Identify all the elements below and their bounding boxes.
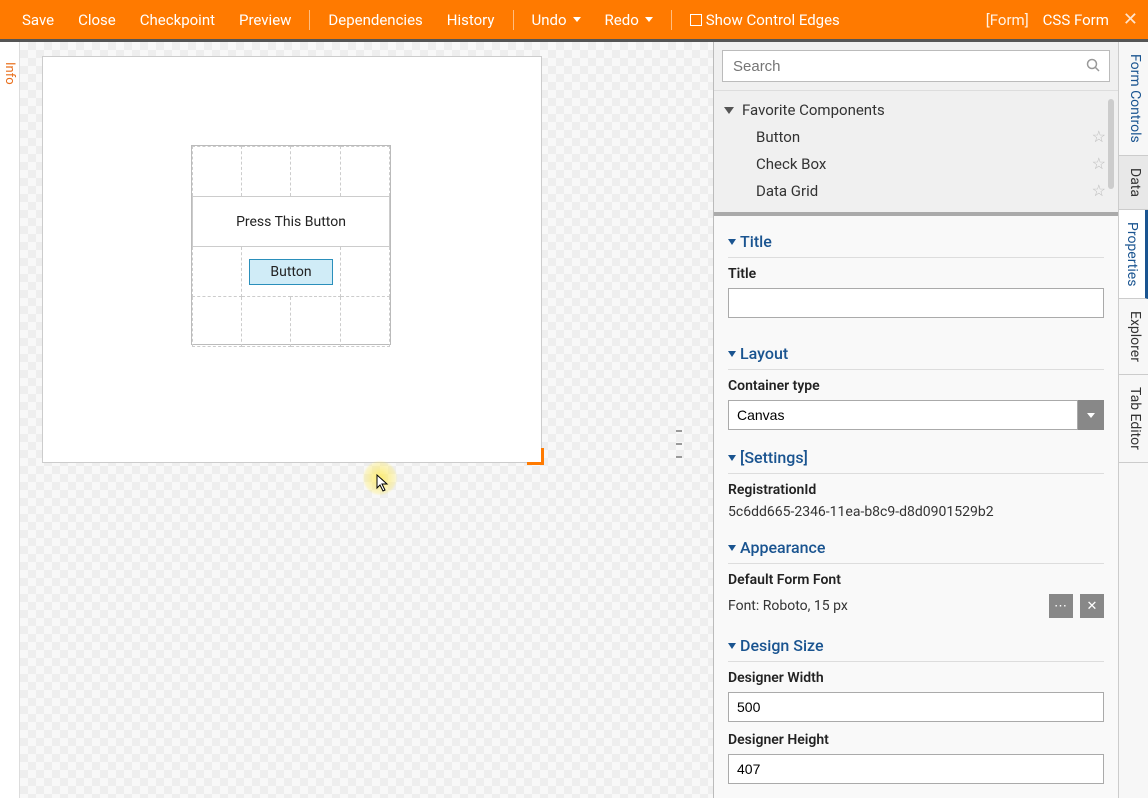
section-design-size[interactable]: Design Size bbox=[728, 628, 1104, 662]
checkbox-icon bbox=[690, 14, 702, 26]
form-title: CSS Form bbox=[1043, 11, 1109, 29]
tree-item-button[interactable]: Button ☆ bbox=[718, 123, 1114, 150]
registration-id-value: 5c6dd665-2346-11ea-b8c9-d8d0901529b2 bbox=[728, 504, 1104, 520]
expand-icon bbox=[724, 107, 734, 114]
tab-tab-editor[interactable]: Tab Editor bbox=[1119, 375, 1148, 463]
components-tree: Favorite Components Button ☆ Check Box ☆… bbox=[714, 91, 1118, 216]
properties-panel: Title Title Layout Container type bbox=[714, 216, 1118, 798]
dependencies-button[interactable]: Dependencies bbox=[316, 11, 434, 29]
cursor-highlight bbox=[362, 460, 398, 496]
section-title[interactable]: Title bbox=[728, 224, 1104, 258]
tree-item-label: Data Grid bbox=[756, 182, 818, 200]
form-canvas[interactable]: Press This Button Button bbox=[42, 56, 542, 463]
clear-button[interactable]: ✕ bbox=[1080, 594, 1104, 618]
right-panel: Favorite Components Button ☆ Check Box ☆… bbox=[713, 42, 1148, 798]
more-button[interactable]: ⋯ bbox=[1049, 594, 1073, 618]
cursor-icon bbox=[376, 474, 390, 496]
tab-form-controls[interactable]: Form Controls bbox=[1119, 42, 1148, 156]
container-type-select[interactable] bbox=[728, 400, 1078, 430]
chevron-down-icon bbox=[728, 239, 736, 245]
tree-item-datagrid[interactable]: Data Grid ☆ bbox=[718, 177, 1114, 204]
tab-data[interactable]: Data bbox=[1119, 156, 1148, 210]
redo-label: Redo bbox=[605, 11, 639, 29]
close-button[interactable]: Close bbox=[66, 11, 128, 29]
designer-width-input[interactable] bbox=[728, 692, 1104, 722]
default-font-label: Default Form Font bbox=[728, 572, 1104, 588]
default-font-value: Font: Roboto, 15 px bbox=[728, 598, 848, 614]
scrollbar[interactable] bbox=[1108, 99, 1114, 189]
tree-item-label: Button bbox=[756, 128, 800, 146]
tree-group-favorites[interactable]: Favorite Components bbox=[718, 97, 1114, 123]
dropdown-button[interactable] bbox=[1078, 400, 1104, 430]
chevron-down-icon bbox=[1087, 413, 1095, 418]
redo-button[interactable]: Redo bbox=[593, 11, 665, 29]
search-icon[interactable] bbox=[1086, 58, 1100, 76]
star-icon[interactable]: ☆ bbox=[1092, 154, 1106, 173]
main-toolbar: Save Close Checkpoint Preview Dependenci… bbox=[0, 0, 1148, 39]
title-input[interactable] bbox=[728, 288, 1104, 318]
chevron-down-icon bbox=[728, 545, 736, 551]
right-tab-strip: Form Controls Data Properties Explorer T… bbox=[1118, 42, 1148, 798]
tree-group-label: Favorite Components bbox=[742, 101, 885, 119]
checkpoint-button[interactable]: Checkpoint bbox=[128, 11, 227, 29]
left-rail: Info bbox=[0, 42, 20, 798]
preview-button[interactable]: Preview bbox=[227, 11, 303, 29]
chevron-down-icon bbox=[728, 455, 736, 461]
star-icon[interactable]: ☆ bbox=[1092, 181, 1106, 200]
info-tab[interactable]: Info bbox=[2, 62, 17, 85]
show-control-edges-label: Show Control Edges bbox=[706, 11, 840, 29]
chevron-down-icon bbox=[728, 351, 736, 357]
section-settings[interactable]: [Settings] bbox=[728, 440, 1104, 474]
search-input[interactable] bbox=[722, 50, 1110, 82]
container-type-label: Container type bbox=[728, 378, 1104, 394]
show-control-edges-toggle[interactable]: Show Control Edges bbox=[678, 11, 852, 29]
designer-height-label: Designer Height bbox=[728, 732, 1104, 748]
toolbar-separator bbox=[671, 10, 672, 30]
save-button[interactable]: Save bbox=[10, 11, 66, 29]
chevron-down-icon bbox=[573, 17, 581, 22]
close-icon[interactable]: ✕ bbox=[1123, 9, 1138, 30]
undo-label: Undo bbox=[532, 11, 567, 29]
section-appearance[interactable]: Appearance bbox=[728, 530, 1104, 564]
button-control[interactable]: Button bbox=[249, 259, 332, 285]
registration-id-label: RegistrationId bbox=[728, 482, 1104, 498]
context-label: [Form] bbox=[986, 11, 1029, 29]
layout-grid[interactable]: Press This Button Button bbox=[191, 145, 391, 345]
title-label: Title bbox=[728, 266, 1104, 282]
chevron-down-icon bbox=[645, 17, 653, 22]
history-button[interactable]: History bbox=[435, 11, 507, 29]
tab-properties[interactable]: Properties bbox=[1119, 210, 1148, 299]
toolbar-separator bbox=[309, 10, 310, 30]
tree-item-checkbox[interactable]: Check Box ☆ bbox=[718, 150, 1114, 177]
designer-width-label: Designer Width bbox=[728, 670, 1104, 686]
designer-height-input[interactable] bbox=[728, 754, 1104, 784]
star-icon[interactable]: ☆ bbox=[1092, 127, 1106, 146]
tab-explorer[interactable]: Explorer bbox=[1119, 299, 1148, 375]
tree-item-label: Check Box bbox=[756, 155, 826, 173]
label-control[interactable]: Press This Button bbox=[193, 197, 390, 247]
section-layout[interactable]: Layout bbox=[728, 336, 1104, 370]
toolbar-separator bbox=[513, 10, 514, 30]
design-canvas-area: Press This Button Button bbox=[20, 42, 713, 798]
chevron-down-icon bbox=[728, 643, 736, 649]
undo-button[interactable]: Undo bbox=[520, 11, 593, 29]
